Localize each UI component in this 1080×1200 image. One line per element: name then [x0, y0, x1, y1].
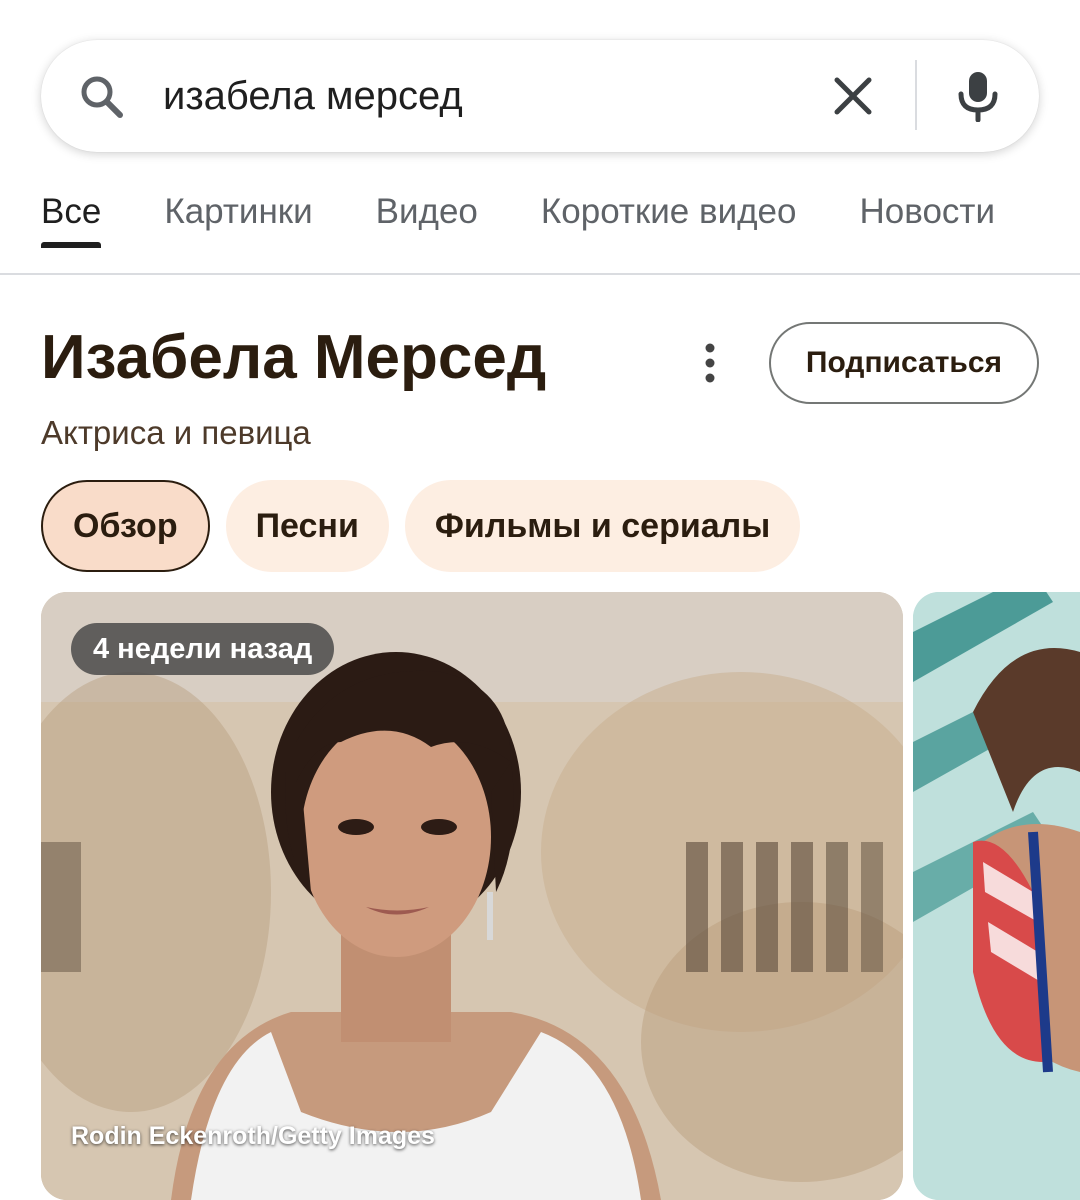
entity-subtitle: Актриса и певица	[41, 414, 311, 451]
search-results-page: Все Картинки Видео Короткие видео Новост…	[0, 0, 1080, 1200]
search-input[interactable]	[163, 66, 803, 126]
photo-credit: Rodin Eckenroth/Getty Images	[71, 1122, 435, 1150]
photo-age-badge: 4 недели назад	[71, 623, 335, 675]
tabs-divider	[0, 273, 1080, 275]
search-tabs: Все Картинки Видео Короткие видео Новост…	[41, 188, 1058, 248]
subscribe-button[interactable]: Подписаться	[769, 322, 1039, 404]
portrait-image	[41, 592, 903, 1200]
more-vert-icon[interactable]	[695, 342, 725, 386]
search-divider	[915, 60, 917, 130]
entity-title: Изабела Мерсед	[41, 323, 547, 392]
entity-photo-main[interactable]: 4 недели назад Rodin Eckenroth/Getty Ima…	[41, 592, 903, 1200]
entity-chips: Обзор Песни Фильмы и сериалы	[41, 480, 816, 572]
tab-all[interactable]: Все	[41, 188, 102, 248]
search-bar	[41, 40, 1039, 152]
entity-photo-second[interactable]	[913, 592, 1080, 1200]
second-image	[913, 592, 1080, 1200]
search-icon[interactable]	[77, 72, 125, 120]
close-icon[interactable]	[831, 74, 875, 118]
chip-overview[interactable]: Обзор	[41, 480, 210, 572]
tab-news[interactable]: Новости	[860, 188, 996, 248]
tab-images[interactable]: Картинки	[164, 188, 312, 248]
tab-short-videos[interactable]: Короткие видео	[541, 188, 797, 248]
chip-songs[interactable]: Песни	[225, 480, 389, 572]
chip-movies-series[interactable]: Фильмы и сериалы	[404, 480, 801, 572]
tab-videos[interactable]: Видео	[376, 188, 478, 248]
mic-icon[interactable]	[953, 70, 1003, 122]
